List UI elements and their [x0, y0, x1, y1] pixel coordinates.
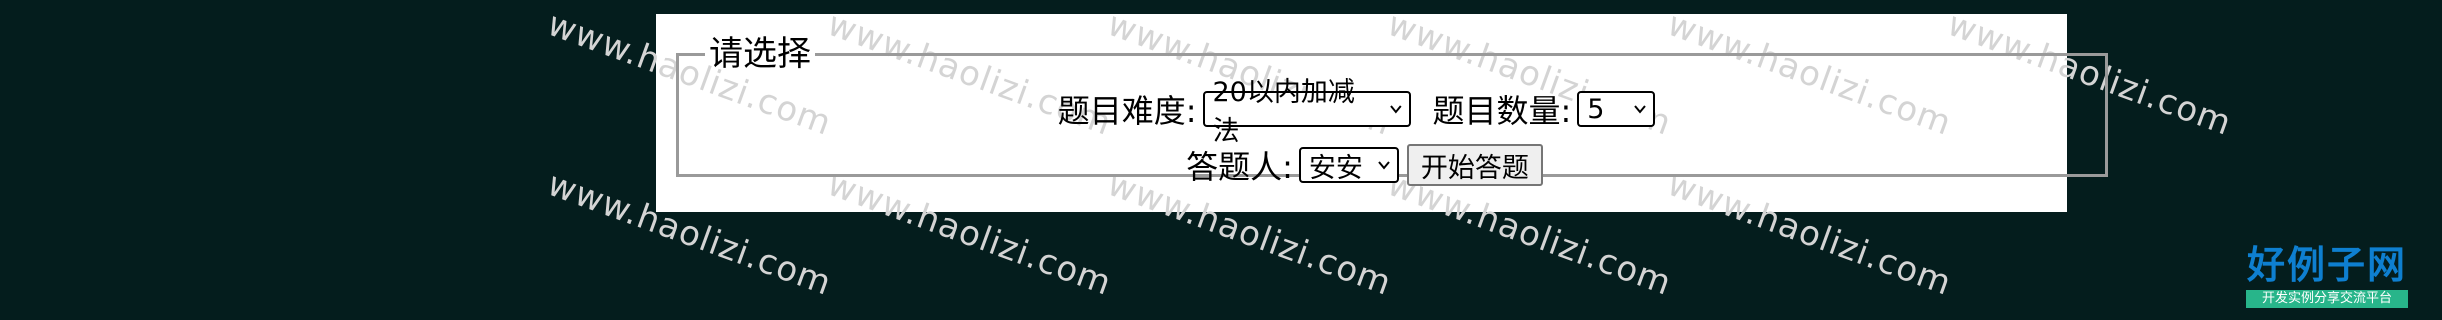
difficulty-select[interactable]: 20以内加减法 — [1202, 77, 1411, 147]
logo-title: 好例子网 — [2246, 242, 2407, 287]
difficulty-selected-value: 20以内加减法 — [1212, 77, 1355, 147]
selection-panel: www.haolizi.com www.haolizi.com www.haol… — [542, 4, 2237, 304]
chevron-down-icon — [1634, 105, 1647, 114]
answerer-select[interactable]: 安安 — [1298, 147, 1399, 184]
count-select[interactable]: 5 — [1577, 91, 1656, 127]
count-label: 题目数量: — [1432, 92, 1572, 130]
start-answer-button[interactable]: 开始答题 — [1406, 144, 1543, 186]
answerer-selected-value: 安安 — [1308, 152, 1363, 184]
chevron-down-icon — [1378, 161, 1390, 170]
site-logo[interactable]: 好例子网 开发实例分享交流平台 — [2246, 244, 2408, 310]
logo-subtitle: 开发实例分享交流平台 — [2246, 290, 2408, 308]
answerer-row: 答题人: 安安 开始答题 — [656, 142, 2067, 188]
page: www.haolizi.com www.haolizi.com www.haol… — [0, 0, 2442, 320]
fieldset-legend: 请选择 — [709, 34, 811, 74]
chevron-down-icon — [1389, 105, 1402, 114]
difficulty-count-row: 题目难度: 20以内加减法 题目数量: 5 — [656, 77, 2067, 147]
answerer-label: 答题人: — [1186, 148, 1293, 186]
difficulty-label: 题目难度: — [1057, 92, 1197, 130]
count-selected-value: 5 — [1587, 93, 1605, 125]
